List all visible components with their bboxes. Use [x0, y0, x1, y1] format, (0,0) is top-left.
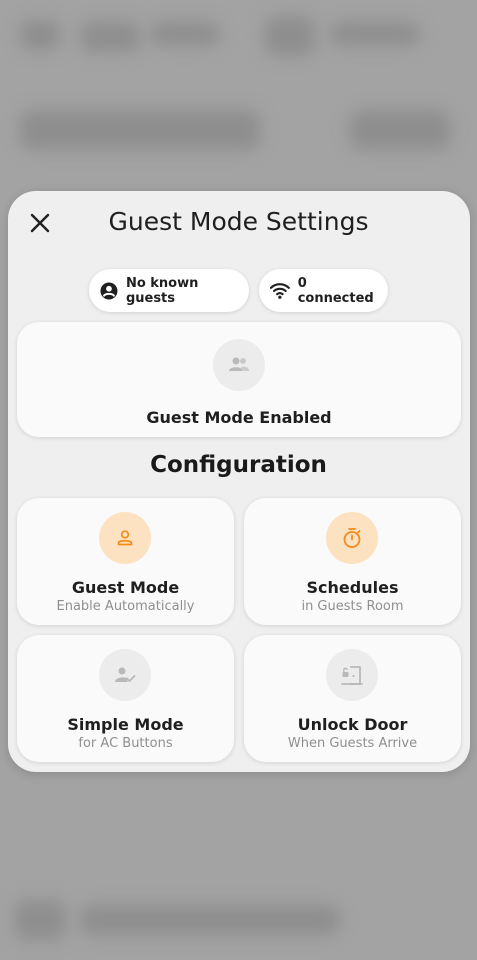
- dialog-title: Guest Mode Settings: [108, 207, 369, 236]
- person-check-icon-circle: [99, 649, 151, 701]
- tile-title: Schedules: [306, 578, 399, 597]
- people-icon: [229, 357, 249, 371]
- tile-title: Guest Mode: [71, 578, 180, 597]
- person-check-icon: [115, 667, 136, 682]
- schedules-tile[interactable]: Schedules in Guests Room: [244, 498, 461, 625]
- guest-mode-tile[interactable]: Guest Mode Enable Automatically: [17, 498, 234, 625]
- unlock-door-tile[interactable]: Unlock Door When Guests Arrive: [244, 635, 461, 762]
- guest-mode-enabled-label: Guest Mode Enabled: [146, 408, 332, 427]
- section-title: Configuration: [150, 452, 327, 478]
- guest-mode-enabled-card[interactable]: Guest Mode Enabled: [17, 322, 461, 437]
- person-outline-icon: [117, 530, 133, 546]
- people-icon-circle: [213, 339, 265, 391]
- door-unlock-icon: [341, 666, 363, 685]
- tile-subtitle: When Guests Arrive: [287, 736, 418, 751]
- known-guests-label: No known guests: [125, 275, 199, 306]
- connected-devices-label: 0 connected: [297, 275, 374, 306]
- wifi-icon: [270, 282, 290, 299]
- timer-icon-circle: [326, 512, 378, 564]
- timer-icon: [343, 528, 361, 548]
- tile-title: Simple Mode: [67, 715, 184, 734]
- tile-subtitle: Enable Automatically: [56, 599, 195, 614]
- connected-devices-chip[interactable]: 0 connected: [259, 269, 388, 312]
- tile-subtitle: in Guests Room: [301, 599, 404, 614]
- simple-mode-tile[interactable]: Simple Mode for AC Buttons: [17, 635, 234, 762]
- person-outline-icon-circle: [99, 512, 151, 564]
- tile-subtitle: for AC Buttons: [78, 736, 173, 751]
- account-circle-icon: [100, 281, 118, 300]
- tile-title: Unlock Door: [297, 715, 408, 734]
- known-guests-chip[interactable]: No known guests: [89, 269, 249, 312]
- door-unlock-icon-circle: [326, 649, 378, 701]
